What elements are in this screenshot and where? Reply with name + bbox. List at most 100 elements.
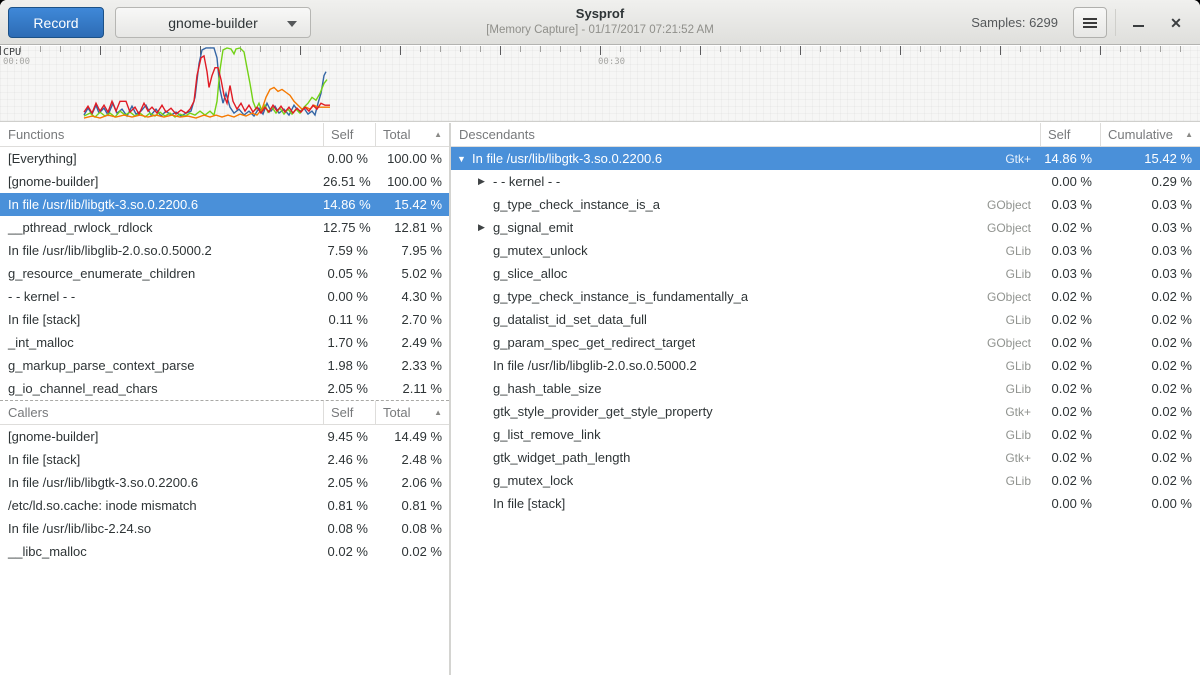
function-total-value: 12.81 % [375, 220, 449, 235]
caller-row[interactable]: [gnome-builder] 9.45 % 14.49 % [0, 425, 449, 448]
caller-name: In file /usr/lib/libgtk-3.so.0.2200.6 [0, 475, 323, 490]
function-total-value: 2.33 % [375, 358, 449, 373]
function-total-value: 2.70 % [375, 312, 449, 327]
tree-expander-icon[interactable]: ▼ [457, 154, 472, 164]
tree-expander-icon[interactable]: ▶ [478, 222, 493, 233]
descendant-name: In file /usr/lib/libgtk-3.so.0.2200.6 [472, 151, 662, 166]
descendants-column-header[interactable]: Descendants [451, 123, 1040, 146]
function-row[interactable]: In file [stack] 0.11 % 2.70 % [0, 308, 449, 331]
descendant-row[interactable]: g_slice_alloc GLib 0.03 % 0.03 % [451, 262, 1200, 285]
caller-row[interactable]: __libc_malloc 0.02 % 0.02 % [0, 540, 449, 563]
sort-ascending-icon: ▲ [434, 408, 442, 417]
record-button[interactable]: Record [8, 7, 104, 38]
descendant-row[interactable]: In file /usr/lib/libglib-2.0.so.0.5000.2… [451, 354, 1200, 377]
descendant-category: GLib [588, 244, 1040, 258]
function-name: g_markup_parse_context_parse [0, 358, 323, 373]
function-row[interactable]: In file /usr/lib/libglib-2.0.so.0.5000.2… [0, 239, 449, 262]
function-row[interactable]: [Everything] 0.00 % 100.00 % [0, 147, 449, 170]
descendant-row[interactable]: ▶ - - kernel - - 0.00 % 0.29 % [451, 170, 1200, 193]
cpu-timeline: CPU 00:00 00:30 [0, 46, 1200, 122]
caller-self-value: 2.46 % [323, 452, 375, 467]
function-self-value: 0.05 % [323, 266, 375, 281]
descendant-category: GLib [601, 428, 1040, 442]
function-total-value: 2.49 % [375, 335, 449, 350]
descendant-category: GLib [573, 474, 1040, 488]
function-row[interactable]: __pthread_rwlock_rdlock 12.75 % 12.81 % [0, 216, 449, 239]
descendant-row[interactable]: In file [stack] 0.00 % 0.00 % [451, 492, 1200, 515]
tree-expander-icon[interactable]: ▶ [478, 176, 493, 187]
descendant-self-value: 0.02 % [1040, 335, 1100, 350]
descendant-name: g_signal_emit [493, 220, 573, 235]
function-row[interactable]: g_io_channel_read_chars 2.05 % 2.11 % [0, 377, 449, 400]
descendant-row[interactable]: gtk_widget_path_length Gtk+ 0.02 % 0.02 … [451, 446, 1200, 469]
callers-column-header[interactable]: Callers [0, 401, 323, 424]
function-row[interactable]: _int_malloc 1.70 % 2.49 % [0, 331, 449, 354]
chevron-down-icon [287, 21, 297, 27]
descendant-row[interactable]: g_mutex_lock GLib 0.02 % 0.02 % [451, 469, 1200, 492]
function-name: - - kernel - - [0, 289, 323, 304]
descendant-row[interactable]: g_mutex_unlock GLib 0.03 % 0.03 % [451, 239, 1200, 262]
caller-total-value: 2.06 % [375, 475, 449, 490]
descendant-name: g_mutex_unlock [493, 243, 588, 258]
descendant-cumulative-value: 15.42 % [1100, 151, 1200, 166]
function-name: g_resource_enumerate_children [0, 266, 323, 281]
callers-total-column-header[interactable]: Total ▲ [375, 401, 449, 424]
function-name: [Everything] [0, 151, 323, 166]
descendant-row[interactable]: g_datalist_id_set_data_full GLib 0.02 % … [451, 308, 1200, 331]
caller-row[interactable]: /etc/ld.so.cache: inode mismatch 0.81 % … [0, 494, 449, 517]
descendant-cumulative-value: 0.02 % [1100, 312, 1200, 327]
caller-name: [gnome-builder] [0, 429, 323, 444]
descendant-cumulative-value: 0.02 % [1100, 450, 1200, 465]
minimize-button[interactable] [1124, 7, 1152, 38]
descendant-row[interactable]: ▶ g_signal_emit GObject 0.02 % 0.03 % [451, 216, 1200, 239]
menu-button[interactable] [1073, 7, 1107, 38]
function-self-value: 2.05 % [323, 381, 375, 396]
descendants-cumulative-column-header[interactable]: Cumulative ▲ [1100, 123, 1200, 146]
descendant-cumulative-value: 0.02 % [1100, 381, 1200, 396]
functions-table-header: Functions Self Total ▲ [0, 123, 449, 147]
descendant-row[interactable]: g_type_check_instance_is_fundamentally_a… [451, 285, 1200, 308]
callers-self-column-header[interactable]: Self [323, 401, 375, 424]
function-row[interactable]: - - kernel - - 0.00 % 4.30 % [0, 285, 449, 308]
function-row[interactable]: In file /usr/lib/libgtk-3.so.0.2200.6 14… [0, 193, 449, 216]
caller-self-value: 2.05 % [323, 475, 375, 490]
close-icon: ✕ [1170, 16, 1182, 30]
descendant-name: g_type_check_instance_is_a [493, 197, 660, 212]
caller-row[interactable]: In file /usr/lib/libc-2.24.so 0.08 % 0.0… [0, 517, 449, 540]
descendant-self-value: 0.00 % [1040, 496, 1100, 511]
function-self-value: 26.51 % [323, 174, 375, 189]
caller-row[interactable]: In file /usr/lib/libgtk-3.so.0.2200.6 2.… [0, 471, 449, 494]
descendant-row[interactable]: g_list_remove_link GLib 0.02 % 0.02 % [451, 423, 1200, 446]
minimize-icon [1133, 25, 1144, 27]
descendant-row[interactable]: ▼ In file /usr/lib/libgtk-3.so.0.2200.6 … [451, 147, 1200, 170]
function-row[interactable]: g_markup_parse_context_parse 1.98 % 2.33… [0, 354, 449, 377]
function-row[interactable]: [gnome-builder] 26.51 % 100.00 % [0, 170, 449, 193]
descendant-row[interactable]: gtk_style_provider_get_style_property Gt… [451, 400, 1200, 423]
descendant-row[interactable]: g_type_check_instance_is_a GObject 0.03 … [451, 193, 1200, 216]
descendant-category: Gtk+ [713, 405, 1040, 419]
descendant-row[interactable]: g_param_spec_get_redirect_target GObject… [451, 331, 1200, 354]
function-total-value: 100.00 % [375, 174, 449, 189]
close-button[interactable]: ✕ [1162, 7, 1190, 38]
descendants-self-column-header[interactable]: Self [1040, 123, 1100, 146]
sort-ascending-icon: ▲ [434, 130, 442, 139]
functions-total-column-header[interactable]: Total ▲ [375, 123, 449, 146]
function-name: In file /usr/lib/libgtk-3.so.0.2200.6 [0, 197, 323, 212]
function-name: __pthread_rwlock_rdlock [0, 220, 323, 235]
descendant-row[interactable]: g_hash_table_size GLib 0.02 % 0.02 % [451, 377, 1200, 400]
descendant-name: gtk_style_provider_get_style_property [493, 404, 713, 419]
descendant-category: GObject [660, 198, 1040, 212]
descendant-category: Gtk+ [630, 451, 1040, 465]
functions-self-column-header[interactable]: Self [323, 123, 375, 146]
callers-table-header: Callers Self Total ▲ [0, 401, 449, 425]
functions-column-header[interactable]: Functions [0, 123, 323, 146]
descendant-name: In file [stack] [493, 496, 565, 511]
descendant-cumulative-value: 0.03 % [1100, 266, 1200, 281]
function-total-value: 100.00 % [375, 151, 449, 166]
descendant-cumulative-value: 0.29 % [1100, 174, 1200, 189]
descendant-category: Gtk+ [662, 152, 1040, 166]
function-row[interactable]: g_resource_enumerate_children 0.05 % 5.0… [0, 262, 449, 285]
headerbar: Record gnome-builder Sysprof [Memory Cap… [0, 0, 1200, 45]
caller-row[interactable]: In file [stack] 2.46 % 2.48 % [0, 448, 449, 471]
process-selector[interactable]: gnome-builder [115, 7, 311, 38]
